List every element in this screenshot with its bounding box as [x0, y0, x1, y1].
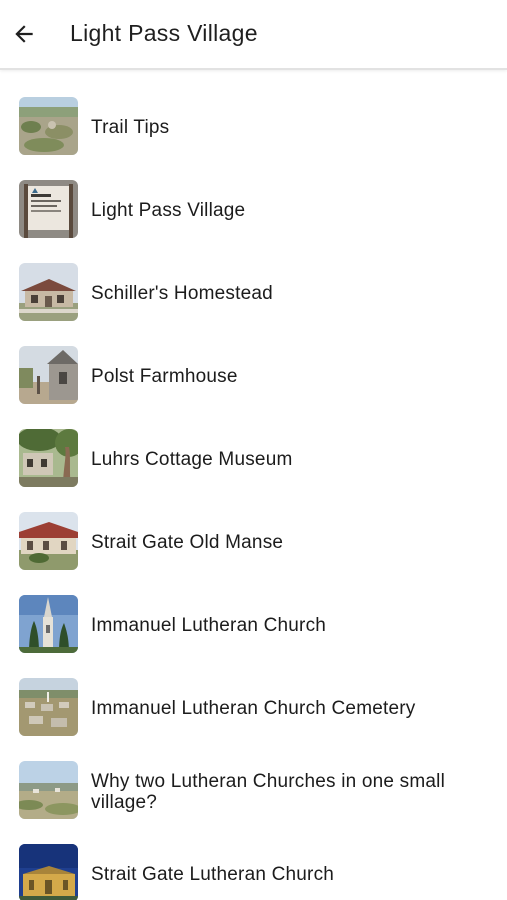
list-item-label: Schiller's Homestead — [91, 283, 273, 304]
church-building-thumbnail — [19, 844, 78, 900]
homestead-thumbnail — [19, 263, 78, 321]
list-item-label: Strait Gate Old Manse — [91, 532, 284, 553]
list-item[interactable]: Luhrs Cottage Museum — [0, 404, 507, 487]
list-item[interactable]: Polst Farmhouse — [0, 321, 507, 404]
location-list: Trail Tips Light Pass Village Schiller's… — [0, 72, 507, 900]
list-item-label: Light Pass Village — [91, 200, 246, 221]
list-item[interactable]: Why two Lutheran Churches in one small v… — [0, 736, 507, 819]
page-title: Light Pass Village — [70, 20, 258, 46]
list-item-label: Trail Tips — [91, 117, 170, 138]
farmhouse-thumbnail — [19, 346, 78, 404]
cottage-thumbnail — [19, 429, 78, 487]
list-item-label: Immanuel Lutheran Church Cemetery — [91, 698, 416, 719]
back-button[interactable] — [4, 14, 44, 54]
garden-scene-thumbnail — [19, 97, 78, 155]
manse-thumbnail — [19, 512, 78, 570]
church-steeple-thumbnail — [19, 595, 78, 653]
list-item-label: Strait Gate Lutheran Church — [91, 864, 335, 885]
landscape-thumbnail — [19, 761, 78, 819]
list-item[interactable]: Light Pass Village — [0, 155, 507, 238]
list-item-label: Why two Lutheran Churches in one small v… — [91, 771, 445, 813]
list-item-label: Immanuel Lutheran Church — [91, 615, 327, 636]
list-item[interactable]: Strait Gate Lutheran Church — [0, 819, 507, 900]
list-item[interactable]: Immanuel Lutheran Church Cemetery — [0, 653, 507, 736]
list-item-label: Luhrs Cottage Museum — [91, 449, 293, 470]
cemetery-thumbnail — [19, 678, 78, 736]
list-item-label: Polst Farmhouse — [91, 366, 238, 387]
list-item[interactable]: Schiller's Homestead — [0, 238, 507, 321]
list-item[interactable]: Trail Tips — [0, 72, 507, 155]
list-item[interactable]: Immanuel Lutheran Church — [0, 570, 507, 653]
arrow-left-icon — [15, 25, 33, 43]
village-sign-thumbnail — [19, 180, 78, 238]
list-item[interactable]: Strait Gate Old Manse — [0, 487, 507, 570]
app-bar: Light Pass Village — [0, 0, 507, 70]
